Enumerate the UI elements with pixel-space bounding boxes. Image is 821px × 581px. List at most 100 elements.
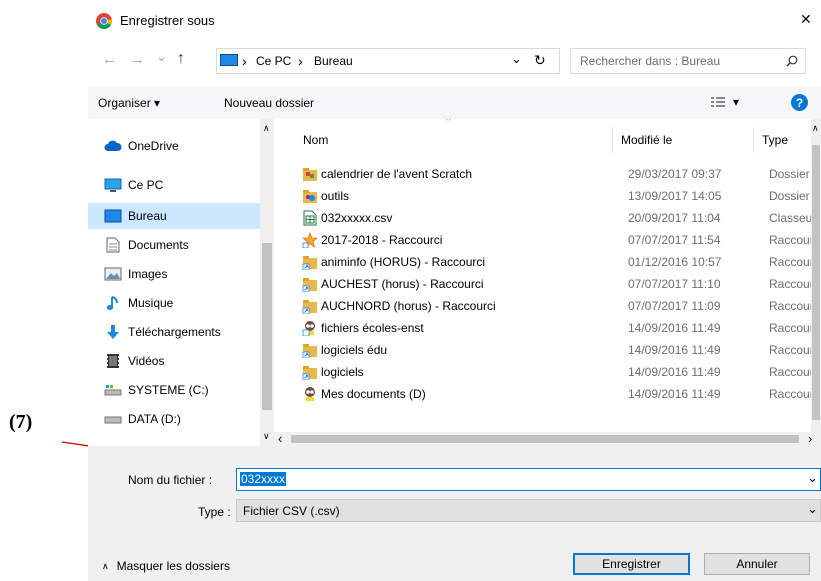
scroll-up-arrow-icon[interactable]: ∧	[263, 123, 270, 134]
window-title: Enregistrer sous	[120, 13, 215, 28]
document-icon	[104, 237, 122, 253]
type-dropdown-icon[interactable]: ⌄	[807, 501, 818, 517]
view-options-icon[interactable]	[711, 97, 725, 108]
sidebar-item-systeme-c[interactable]: SYSTEME (C:)	[88, 377, 260, 403]
search-box[interactable]: Rechercher dans : Bureau	[570, 48, 806, 74]
shortcut-icon	[302, 344, 317, 358]
close-icon[interactable]: ✕	[800, 11, 812, 28]
table-row[interactable]: 2017-2018 - Raccourci 07/07/2017 11:54 R…	[299, 229, 819, 251]
table-row[interactable]: fichiers écoles-enst 14/09/2016 11:49 Ra…	[299, 317, 819, 339]
view-dropdown-icon[interactable]: ▾	[733, 95, 739, 109]
up-button[interactable]: ↑	[177, 50, 185, 68]
table-row[interactable]: animinfo (HORUS) - Raccourci 01/12/2016 …	[299, 251, 819, 273]
back-button[interactable]: ←	[102, 51, 117, 68]
file-date: 14/09/2016 11:49	[628, 343, 721, 357]
sidebar-item-label: OneDrive	[128, 139, 179, 153]
file-name: logiciels édu	[321, 343, 388, 357]
file-type: Dossier	[769, 167, 810, 181]
filename-field[interactable]: 032xxxx ⌄	[236, 468, 821, 491]
file-name: AUCHEST (horus) - Raccourci	[321, 277, 484, 291]
file-name: logiciels	[321, 365, 364, 379]
shortcut-icon	[302, 366, 317, 380]
save-button[interactable]: Enregistrer	[573, 553, 690, 575]
sidebar-item-telechargements[interactable]: Téléchargements	[88, 319, 260, 345]
sidebar-item-videos[interactable]: Vidéos	[88, 348, 260, 374]
desktop-icon	[104, 208, 122, 224]
column-header-modified[interactable]: Modifié le	[621, 133, 672, 147]
sidebar-item-data-d[interactable]: DATA (D:)	[88, 406, 260, 432]
sidebar-item-documents[interactable]: Documents	[88, 232, 260, 258]
filename-input[interactable]: 032xxxx	[240, 472, 287, 486]
type-select[interactable]: Fichier CSV (.csv) ⌄	[236, 499, 821, 522]
sidebar-item-label: Vidéos	[128, 354, 165, 368]
file-date: 20/09/2017 11:04	[628, 211, 721, 225]
file-date: 07/07/2017 11:10	[628, 277, 721, 291]
recent-locations-button[interactable]: ⌄	[156, 49, 167, 65]
file-date: 14/09/2016 11:49	[628, 387, 721, 401]
file-date: 14/09/2016 11:49	[628, 321, 721, 335]
form-area: Nom du fichier : 032xxxx ⌄ Type : Fichie…	[88, 446, 821, 581]
sidebar-item-label: Images	[128, 267, 168, 281]
sidebar-item-images[interactable]: Images	[88, 261, 260, 287]
star-shortcut-icon	[302, 232, 318, 248]
scroll-down-arrow-icon[interactable]: ∨	[263, 431, 270, 442]
toolbar: Organiser ▾ Nouveau dossier ▾ ?	[88, 87, 821, 119]
column-header-type[interactable]: Type	[762, 133, 788, 147]
scroll-up-arrow-icon[interactable]: ∧	[812, 123, 819, 134]
sidebar-item-label: DATA (D:)	[128, 412, 181, 426]
cloud-icon	[104, 138, 122, 154]
table-row[interactable]: logiciels 14/09/2016 11:49 Raccourci	[299, 361, 819, 383]
csv-file-icon	[303, 210, 317, 226]
system-drive-icon	[104, 382, 122, 398]
cancel-button[interactable]: Annuler	[704, 553, 810, 575]
table-row[interactable]: outils 13/09/2017 14:05 Dossier	[299, 185, 819, 207]
search-input[interactable]: Rechercher dans : Bureau	[580, 54, 720, 68]
table-row[interactable]: AUCHNORD (horus) - Raccourci 07/07/2017 …	[299, 295, 819, 317]
address-bar[interactable]: › Ce PC › Bureau ⌄ ↻	[216, 48, 560, 74]
music-icon	[104, 295, 122, 311]
sidebar-scroll-thumb[interactable]	[262, 243, 272, 410]
new-folder-button[interactable]: Nouveau dossier	[224, 96, 314, 110]
sidebar-scrollbar[interactable]: ∧ ∨	[260, 119, 274, 446]
breadcrumb-bureau[interactable]: Bureau	[314, 54, 353, 68]
filename-label: Nom du fichier :	[128, 473, 213, 487]
file-name: 2017-2018 - Raccourci	[321, 233, 443, 247]
breadcrumb-sep: ›	[298, 53, 303, 69]
shortcut-icon	[302, 300, 317, 314]
help-icon[interactable]: ?	[791, 94, 808, 111]
character-shortcut-icon	[305, 387, 315, 401]
filelist-horizontal-scrollbar[interactable]: ‹ ›	[274, 431, 821, 446]
address-dropdown-icon[interactable]: ⌄	[511, 51, 522, 67]
file-rows: calendrier de l'avent Scratch 29/03/2017…	[299, 163, 819, 433]
refresh-icon[interactable]: ↻	[534, 52, 546, 69]
scroll-right-arrow-icon[interactable]: ›	[808, 431, 812, 446]
table-row[interactable]: calendrier de l'avent Scratch 29/03/2017…	[299, 163, 819, 185]
filelist-hscroll-thumb[interactable]	[291, 435, 799, 443]
folder-icon	[303, 168, 317, 181]
file-date: 01/12/2016 10:57	[628, 255, 722, 269]
table-row[interactable]: AUCHEST (horus) - Raccourci 07/07/2017 1…	[299, 273, 819, 295]
file-type: Classeur	[769, 211, 817, 225]
sidebar-item-ce-pc[interactable]: Ce PC	[88, 172, 260, 198]
filelist-vertical-scrollbar[interactable]: ∧	[811, 119, 821, 432]
forward-button[interactable]: →	[130, 51, 145, 68]
breadcrumb-ce-pc[interactable]: Ce PC	[256, 54, 291, 68]
scroll-left-arrow-icon[interactable]: ‹	[278, 431, 282, 446]
sort-arrow-icon: ^	[446, 119, 451, 127]
drive-icon	[104, 411, 122, 427]
table-row[interactable]: logiciels édu 14/09/2016 11:49 Raccourci	[299, 339, 819, 361]
sidebar-item-bureau[interactable]: Bureau	[88, 203, 260, 229]
hide-folders-label: Masquer les dossiers	[116, 559, 230, 573]
organize-button[interactable]: Organiser ▾	[98, 96, 160, 110]
search-icon[interactable]	[786, 55, 798, 67]
column-header-name[interactable]: Nom	[303, 133, 328, 147]
filename-dropdown-icon[interactable]: ⌄	[807, 470, 818, 486]
sidebar-item-onedrive[interactable]: OneDrive	[88, 133, 260, 159]
table-row[interactable]: Mes documents (D) 14/09/2016 11:49 Racco…	[299, 383, 819, 405]
table-row[interactable]: 032xxxxx.csv 20/09/2017 11:04 Classeur	[299, 207, 819, 229]
hide-folders-toggle[interactable]: ∧ Masquer les dossiers	[102, 559, 230, 573]
filelist-scroll-thumb[interactable]	[812, 145, 820, 420]
sidebar-item-label: Ce PC	[128, 178, 164, 192]
shortcut-icon	[302, 278, 317, 292]
sidebar-item-musique[interactable]: Musique	[88, 290, 260, 316]
